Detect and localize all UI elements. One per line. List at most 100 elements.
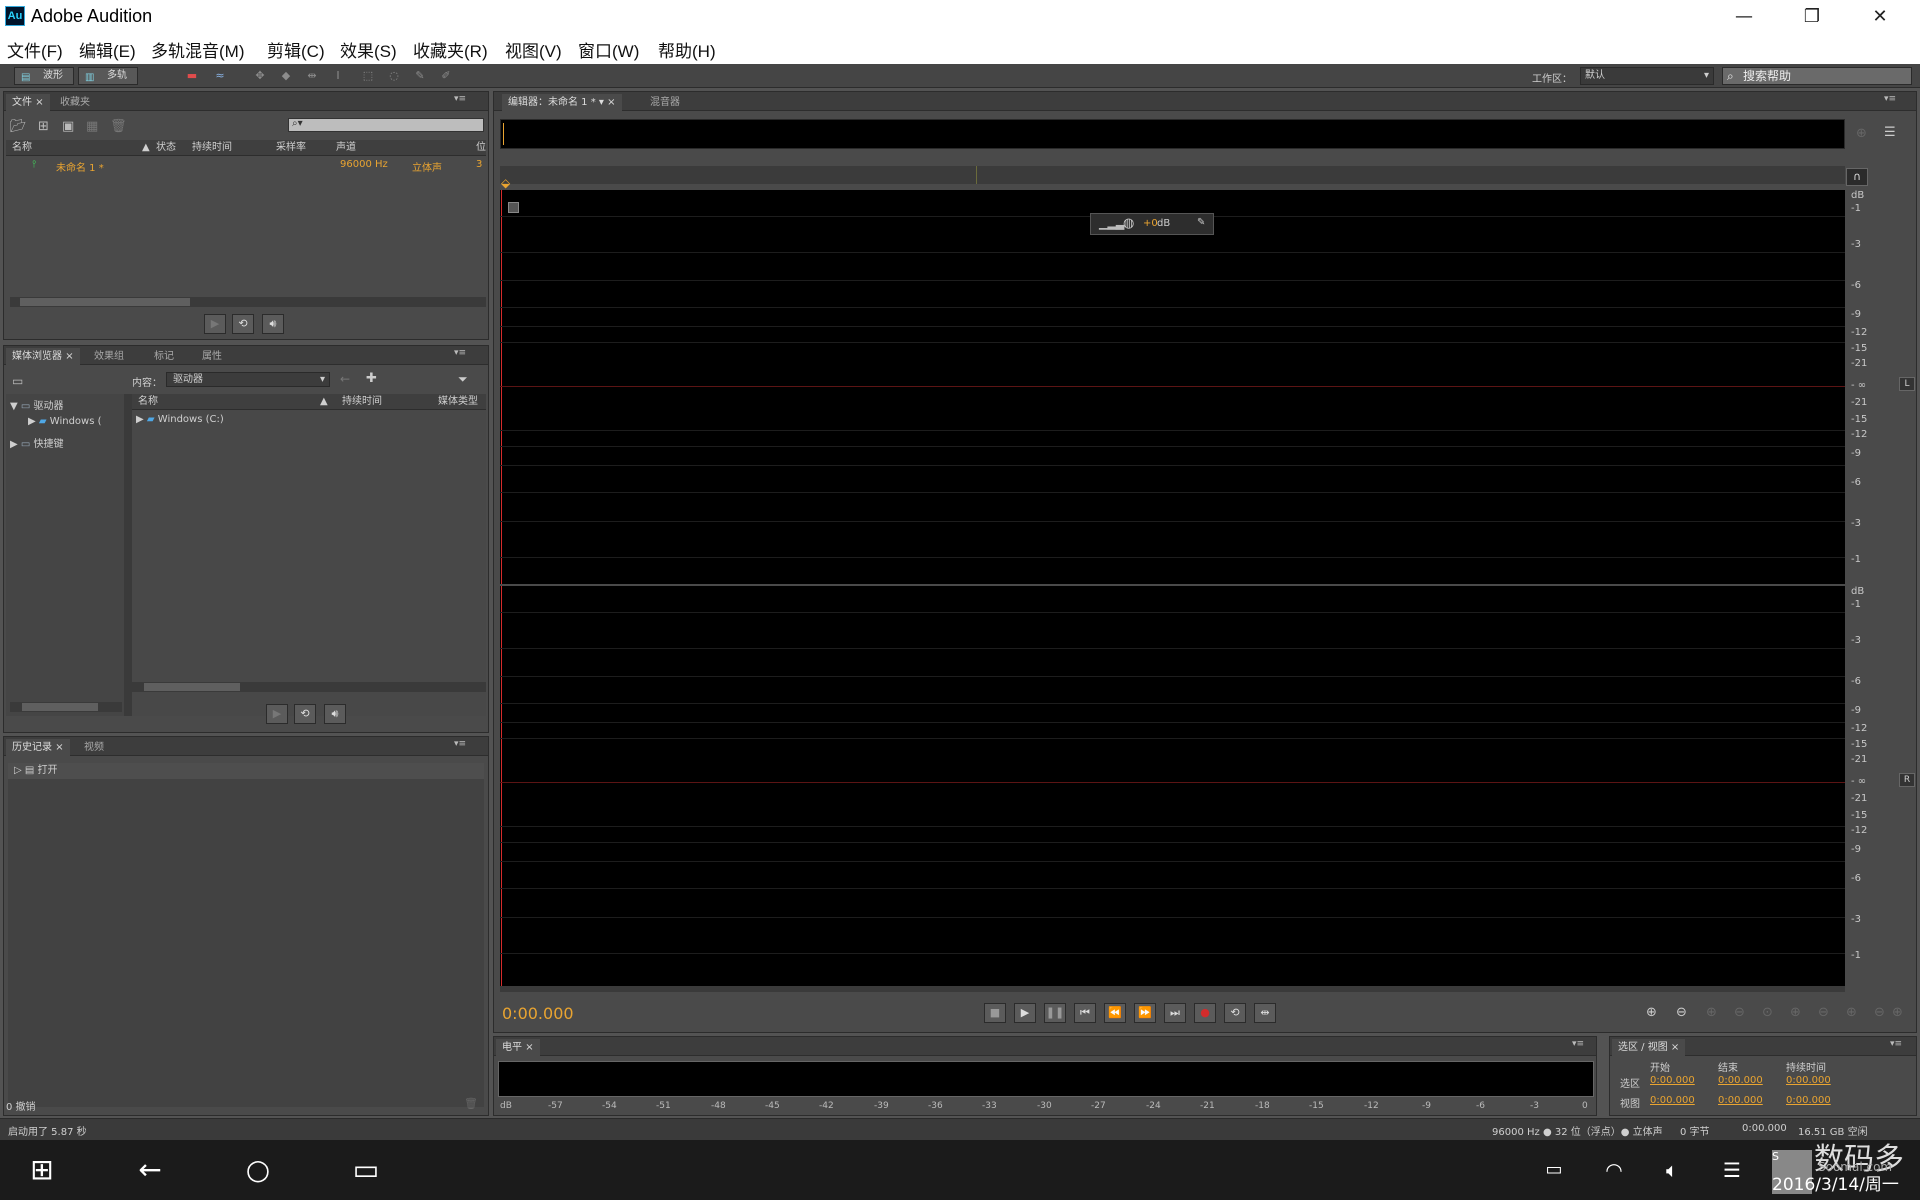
tab-editor[interactable]: 编辑器：未命名 1 * ▾ × <box>502 94 622 111</box>
menu-help[interactable]: 帮助(H) <box>658 37 716 62</box>
task-view-icon[interactable]: ▭ <box>342 1152 390 1188</box>
volume-knob-icon[interactable]: ◍ <box>1123 216 1134 231</box>
tab-properties[interactable]: 属性 <box>196 348 228 365</box>
view-end[interactable]: 0:00.000 <box>1718 1095 1763 1106</box>
panel-menu-icon[interactable]: ▾≡ <box>1884 94 1896 104</box>
col-name[interactable]: 名称 <box>138 394 158 410</box>
lasso-tool-icon[interactable]: ◌ <box>386 69 402 83</box>
overview-bar[interactable] <box>500 119 1845 149</box>
spot-healing-tool-icon[interactable]: ✐ <box>438 69 454 83</box>
list-item[interactable]: ▶ ▰ Windows (C:) <box>136 414 224 425</box>
zoom-out-time-icon[interactable]: ⊖ <box>1734 1005 1745 1020</box>
panel-menu-icon[interactable]: ▾≡ <box>454 348 466 358</box>
volume-value[interactable]: +0 <box>1143 218 1158 229</box>
timeline-ruler[interactable] <box>500 166 1845 184</box>
spectral-frequency-icon[interactable]: ▬ <box>184 69 200 83</box>
cortana-circle-icon[interactable]: ○ <box>234 1152 282 1188</box>
clip-handle-icon[interactable] <box>508 202 519 213</box>
menu-file[interactable]: 文件(F) <box>7 37 63 62</box>
zoom-out-amplitude-icon[interactable]: ⊖ <box>1676 1005 1687 1020</box>
import-file-icon[interactable]: ⊞ <box>38 119 49 134</box>
close-icon[interactable]: × <box>65 351 73 362</box>
tree-item-windows[interactable]: ▶ ▰ Windows ( <box>28 416 102 427</box>
col-media-type[interactable]: 媒体类型 <box>438 394 478 410</box>
waveform-view-button[interactable]: ▤ 波形 <box>14 67 74 85</box>
razor-tool-icon[interactable]: ◆ <box>278 69 294 83</box>
current-time-display[interactable]: 0:00.000 <box>502 1004 574 1023</box>
loop-preview-button[interactable]: ⟲ <box>232 314 254 334</box>
play-button[interactable]: ▶ <box>1014 1003 1036 1023</box>
selection-duration[interactable]: 0:00.000 <box>1786 1075 1831 1086</box>
loop-playback-button[interactable]: ⟲ <box>1224 1003 1246 1023</box>
col-status[interactable]: 状态 <box>156 140 176 156</box>
action-center-icon[interactable]: ☰ <box>1708 1152 1756 1188</box>
table-row[interactable]: ⫯ 未命名 1 * 96000 Hz 立体声 3 <box>6 159 486 175</box>
close-icon[interactable]: × <box>1671 1042 1679 1053</box>
channel-left-toggle[interactable]: L <box>1899 377 1915 391</box>
tab-levels[interactable]: 电平 × <box>496 1039 540 1056</box>
pause-button[interactable]: ❚❚ <box>1044 1003 1066 1023</box>
volume-icon[interactable]: 🔈︎ <box>1648 1152 1696 1188</box>
col-samplerate[interactable]: 采样率 <box>276 140 306 156</box>
menu-clip[interactable]: 剪辑(C) <box>267 37 325 62</box>
panel-menu-icon[interactable]: ▾≡ <box>1572 1039 1584 1049</box>
menu-multitrack[interactable]: 多轨混音(M) <box>151 37 244 62</box>
channel-right-toggle[interactable]: R <box>1899 773 1915 787</box>
headphones-icon[interactable]: ∩ <box>1846 168 1868 186</box>
tab-files[interactable]: 文件 × <box>6 94 50 111</box>
minimize-button[interactable]: — <box>1710 0 1778 34</box>
tab-history[interactable]: 历史记录 × <box>6 739 70 756</box>
open-file-icon[interactable]: 📂︎ <box>10 119 27 134</box>
col-duration[interactable]: 持续时间 <box>192 140 232 156</box>
col-bits[interactable]: 位 <box>476 140 486 156</box>
content-select[interactable]: 驱动器 ▾ <box>166 372 330 387</box>
stop-button[interactable]: ■ <box>984 1003 1006 1023</box>
menu-favorites[interactable]: 收藏夹(R) <box>413 37 488 62</box>
tab-selection-view[interactable]: 选区 / 视图 × <box>1612 1039 1686 1056</box>
add-shortcut-icon[interactable]: ✚ <box>366 371 377 386</box>
col-name[interactable]: 名称 <box>12 140 32 156</box>
rewind-button[interactable]: ⏪ <box>1104 1003 1126 1023</box>
close-icon[interactable]: × <box>55 742 63 753</box>
spectral-pitch-icon[interactable]: ≈ <box>212 69 228 83</box>
playhead-marker-icon[interactable]: ⬙ <box>501 176 510 190</box>
close-icon[interactable]: × <box>525 1042 533 1053</box>
brush-tool-icon[interactable]: ✎ <box>412 69 428 83</box>
close-icon[interactable]: × <box>607 97 615 108</box>
next-button[interactable]: ⏭ <box>1164 1003 1186 1023</box>
back-icon[interactable]: ← <box>340 372 350 386</box>
loop-preview-button[interactable]: ⟲ <box>294 704 316 724</box>
zoom-in-time-icon[interactable]: ⊕ <box>1706 1005 1717 1020</box>
tab-media-browser[interactable]: 媒体浏览器 × <box>6 348 80 365</box>
zoom-selection-icon[interactable]: ⊕ <box>1846 1005 1857 1020</box>
tab-video[interactable]: 视频 <box>78 739 110 756</box>
selection-start[interactable]: 0:00.000 <box>1650 1075 1695 1086</box>
help-search-input[interactable]: ⌕ 搜索帮助 <box>1722 67 1912 85</box>
zoom-in-amplitude-icon[interactable]: ⊕ <box>1646 1005 1657 1020</box>
chevron-down-icon[interactable]: ▾ <box>599 97 604 108</box>
autoplay-button[interactable]: 🔊︎ <box>324 704 346 724</box>
hud-volume-control[interactable]: ▁▂▃ ◍ +0 dB ✎ <box>1090 213 1214 235</box>
zoom-tracks-icon[interactable]: ⊖ <box>1874 1005 1885 1020</box>
tree-hscrollbar[interactable] <box>10 702 122 712</box>
list-item[interactable]: ▷ ▤ 打开 <box>8 763 484 779</box>
previous-button[interactable]: ⏮ <box>1074 1003 1096 1023</box>
col-channels[interactable]: 声道 <box>336 140 356 156</box>
menu-effects[interactable]: 效果(S) <box>340 37 397 62</box>
files-hscrollbar[interactable] <box>10 297 486 307</box>
insert-icon[interactable]: ▦ <box>86 119 98 134</box>
battery-icon[interactable]: ▭ <box>1530 1152 1578 1188</box>
autoplay-button[interactable]: 🔊︎ <box>262 314 284 334</box>
multitrack-view-button[interactable]: ▥ 多轨 <box>78 67 138 85</box>
menu-window[interactable]: 窗口(W) <box>578 37 639 62</box>
waveform-display[interactable]: ▁▂▃ ◍ +0 dB ✎ <box>500 190 1845 986</box>
menu-edit[interactable]: 编辑(E) <box>79 37 136 62</box>
tab-favorites[interactable]: 收藏夹 <box>54 94 96 111</box>
time-selection-tool-icon[interactable]: I <box>330 69 346 83</box>
panel-menu-icon[interactable]: ▾≡ <box>454 739 466 749</box>
zoom-full-icon[interactable]: ⊙ <box>1762 1005 1773 1020</box>
taskbar-clock[interactable]: 2016/3/14/周一 <box>1772 1170 1899 1195</box>
pin-icon[interactable]: ✎ <box>1197 217 1205 228</box>
files-search-input[interactable]: ⌕▾ <box>288 118 484 132</box>
tab-markers[interactable]: 标记 <box>148 348 180 365</box>
